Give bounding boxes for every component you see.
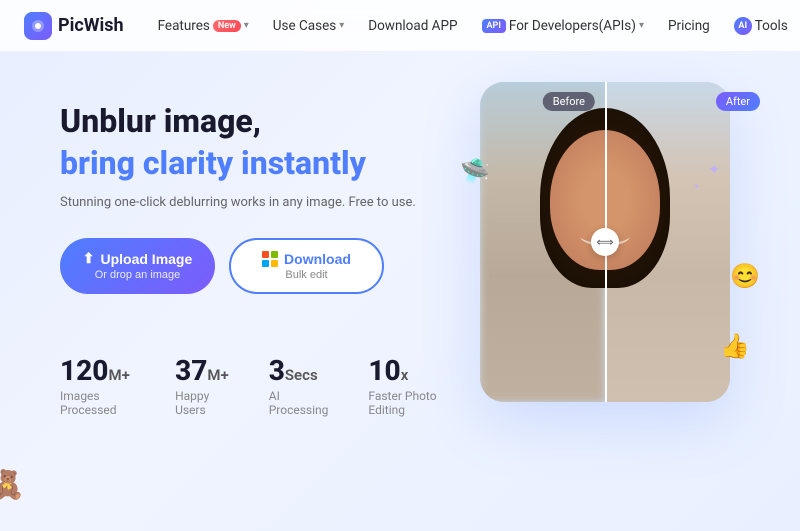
- nav-pricing[interactable]: Pricing: [658, 12, 720, 40]
- divider-handle[interactable]: ⟺: [591, 228, 619, 256]
- before-label: Before: [543, 92, 595, 111]
- chevron-down-icon: ▾: [639, 20, 644, 31]
- nav-developers[interactable]: API For Developers(APIs) ▾: [472, 12, 654, 40]
- windows-icon: [262, 251, 278, 267]
- hero-title-line1: Unblur image,: [60, 102, 450, 140]
- nav-use-cases[interactable]: Use Cases ▾: [263, 12, 354, 40]
- stat-users-label: Happy Users: [175, 389, 229, 417]
- nav-download[interactable]: Download APP: [358, 12, 467, 40]
- upload-sublabel: Or drop an image: [95, 269, 181, 281]
- star-decoration-2: ✦: [693, 182, 700, 191]
- download-label: Download: [284, 251, 351, 267]
- stat-speed-number: 10x: [368, 354, 450, 387]
- logo-text: PicWish: [58, 15, 124, 36]
- hero-section: Unblur image, bring clarity instantly St…: [0, 52, 800, 531]
- hero-buttons: ⬆ Upload Image Or drop an image Download…: [60, 238, 450, 294]
- logo[interactable]: PicWish: [24, 12, 124, 40]
- logo-icon: [24, 12, 52, 40]
- api-badge: API: [482, 19, 506, 33]
- ai-badge: AI: [734, 17, 752, 35]
- stat-users: 37M+ Happy Users: [175, 354, 229, 417]
- stat-processing-suffix: Secs: [285, 366, 318, 384]
- upload-icon: ⬆: [83, 250, 95, 267]
- rocket-emoji: 🛸: [460, 157, 490, 185]
- stat-processing-number: 3Secs: [269, 354, 329, 387]
- stat-processing: 3Secs AI Processing: [269, 354, 329, 417]
- download-sublabel: Bulk edit: [285, 269, 327, 281]
- stat-images: 120M+ Images Processed: [60, 354, 135, 417]
- thumb-emoji: 👍: [720, 332, 750, 360]
- hero-content: Unblur image, bring clarity instantly St…: [60, 72, 450, 417]
- stat-images-suffix: M+: [108, 366, 129, 384]
- nav-tools[interactable]: AI Tools: [724, 11, 798, 41]
- chevron-down-icon: ▾: [244, 20, 249, 31]
- bottom-decoration: 🧸: [0, 468, 25, 501]
- upload-label: Upload Image: [100, 251, 192, 267]
- download-button[interactable]: Download Bulk edit: [229, 238, 384, 294]
- new-badge: New: [213, 20, 241, 32]
- chevron-down-icon: ▾: [339, 20, 344, 31]
- stats-row: 120M+ Images Processed 37M+ Happy Users …: [60, 344, 450, 417]
- stat-images-number: 120M+: [60, 354, 135, 387]
- stat-users-suffix: M+: [207, 366, 228, 384]
- hero-subtitle: Stunning one-click deblurring works in a…: [60, 195, 450, 210]
- stat-users-number: 37M+: [175, 354, 229, 387]
- after-label: After: [716, 92, 760, 111]
- star-decoration-1: ✦: [708, 162, 720, 178]
- stat-speed: 10x Faster Photo Editing: [368, 354, 450, 417]
- stat-speed-suffix: x: [401, 366, 409, 384]
- smiley-emoji: 😊: [730, 262, 760, 290]
- stat-processing-label: AI Processing: [269, 389, 329, 417]
- stat-speed-label: Faster Photo Editing: [368, 389, 450, 417]
- nav-items: Features New ▾ Use Cases ▾ Download APP …: [148, 11, 798, 41]
- upload-button[interactable]: ⬆ Upload Image Or drop an image: [60, 238, 215, 294]
- nav-features[interactable]: Features New ▾: [148, 12, 259, 40]
- stat-images-label: Images Processed: [60, 389, 135, 417]
- hero-title-line2: bring clarity instantly: [60, 144, 450, 182]
- hero-image-area: ⟺ Before After 🛸 😊 👍 ✦ ✦: [450, 72, 760, 402]
- navbar: PicWish Features New ▾ Use Cases ▾ Downl…: [0, 0, 800, 52]
- comparison-image: ⟺: [480, 82, 730, 402]
